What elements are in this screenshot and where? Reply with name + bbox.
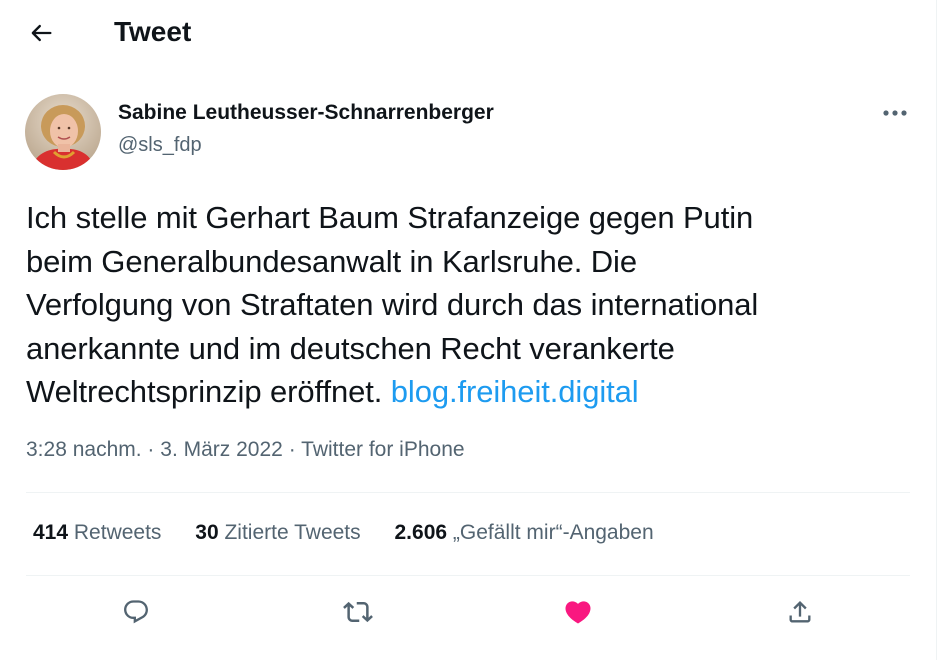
retweet-icon <box>343 601 373 623</box>
profile-photo <box>25 94 101 170</box>
like-button[interactable] <box>555 589 601 635</box>
header: Tweet <box>0 0 936 66</box>
tweet-page: Tweet Sabine Leutheusser-Schnarrenberger… <box>0 0 949 660</box>
page-title: Tweet <box>114 16 192 47</box>
avatar[interactable] <box>25 94 101 170</box>
more-horizontal-icon <box>883 110 907 116</box>
tweet-date[interactable]: 3. März 2022 <box>160 438 283 461</box>
tweet-link[interactable]: blog.freiheit.digital <box>391 374 639 409</box>
column-border <box>936 0 937 660</box>
tweet-stats: 414 Retweets 30 Zitierte Tweets 2.606 „G… <box>33 519 682 547</box>
heart-icon <box>565 601 591 624</box>
retweet-button[interactable] <box>335 589 381 635</box>
back-button[interactable] <box>22 14 60 52</box>
share-button[interactable] <box>777 589 823 635</box>
tweet-text-line: Ich stelle mit Gerhart Baum Strafanzeige… <box>26 200 754 235</box>
likes-label: „Gefällt mir“-Angaben <box>452 521 654 544</box>
more-button[interactable] <box>878 100 912 126</box>
tweet-meta: 3:28 nachm. · 3. März 2022 · Twitter for… <box>26 436 465 464</box>
retweets-stat[interactable]: 414 Retweets <box>33 519 161 547</box>
meta-separator: · <box>288 438 296 461</box>
quotes-stat[interactable]: 30 Zitierte Tweets <box>195 519 360 547</box>
likes-stat[interactable]: 2.606 „Gefällt mir“-Angaben <box>395 519 654 547</box>
tweet-text-line: Verfolgung von Straftaten wird durch das… <box>26 287 759 322</box>
quotes-count: 30 <box>195 521 219 544</box>
reply-icon <box>124 600 148 624</box>
author-handle[interactable]: @sls_fdp <box>118 132 202 158</box>
retweets-label: Retweets <box>73 521 162 544</box>
quotes-label: Zitierte Tweets <box>224 521 361 544</box>
tweet-text-last-line: Weltrechtsprinzip eröffnet. blog.freihei… <box>26 370 906 414</box>
retweets-count: 414 <box>33 521 69 544</box>
meta-separator: · <box>147 438 155 461</box>
divider <box>26 492 910 493</box>
share-icon <box>789 601 811 623</box>
tweet-text-line: anerkannte und im deutschen Recht verank… <box>26 330 675 366</box>
tweet-actions <box>0 589 936 637</box>
tweet-text-segment: Weltrechtsprinzip eröffnet. <box>26 374 391 409</box>
arrow-left-icon <box>31 24 52 42</box>
tweet-source[interactable]: Twitter for iPhone <box>301 438 464 461</box>
reply-button[interactable] <box>113 589 159 635</box>
tweet-time[interactable]: 3:28 nachm. <box>26 438 142 461</box>
divider <box>26 575 910 576</box>
tweet-text-line: beim Generalbundesanwalt in Karlsruhe. D… <box>26 243 637 279</box>
author-name[interactable]: Sabine Leutheusser-Schnarrenberger <box>118 100 494 126</box>
likes-count: 2.606 <box>394 521 448 544</box>
tweet-text: Ich stelle mit Gerhart Baum Strafanzeige… <box>26 196 906 414</box>
